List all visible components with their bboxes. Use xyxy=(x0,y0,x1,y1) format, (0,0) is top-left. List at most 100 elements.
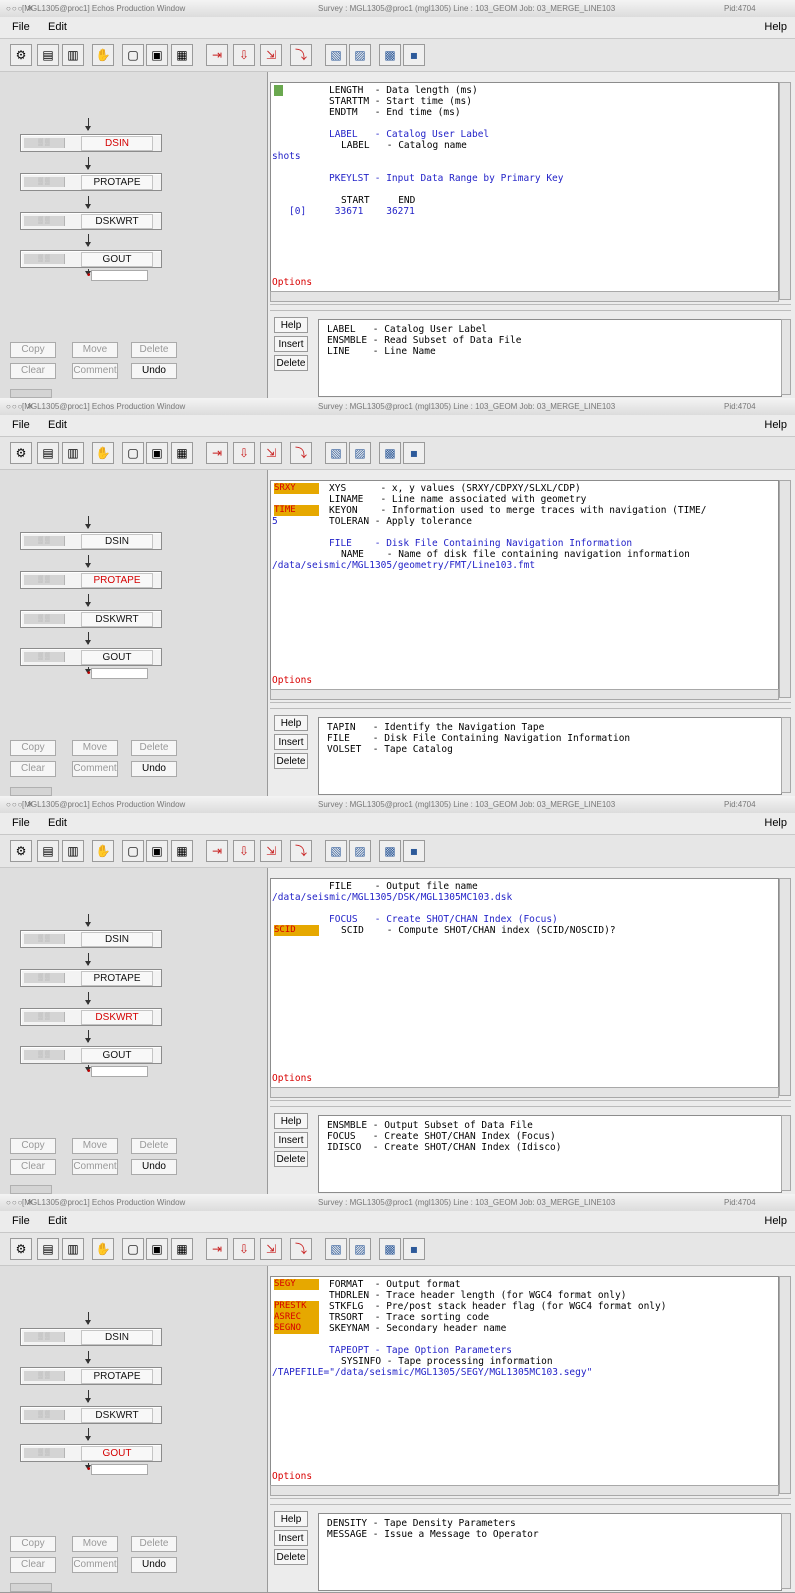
red-arrow-down-icon[interactable]: ⇲ xyxy=(260,1238,282,1260)
module-label[interactable]: PROTAPE xyxy=(81,1369,153,1384)
red-arrow-right-icon[interactable]: ⇥ xyxy=(206,44,228,66)
red-arrow-down-icon[interactable]: ⇲ xyxy=(260,442,282,464)
columns-icon[interactable]: ▩ xyxy=(379,44,401,66)
parameter-value-tag[interactable]: SRXY xyxy=(274,483,319,494)
hand-icon[interactable]: ✋ xyxy=(92,442,114,464)
columns-icon[interactable]: ▩ xyxy=(379,442,401,464)
comment-button[interactable]: Comment xyxy=(72,761,118,777)
red-arrow-right-icon[interactable]: ⇥ xyxy=(206,1238,228,1260)
module-grip-icon[interactable]: ▒ ▒ xyxy=(24,216,65,226)
module-grip-icon[interactable]: ▒ ▒ xyxy=(24,1332,65,1342)
chart-icon[interactable]: ▪ xyxy=(403,442,425,464)
module-label[interactable]: GOUT xyxy=(81,650,153,665)
module-list-item[interactable]: FILE - Disk File Containing Navigation I… xyxy=(327,733,630,744)
flow-module-dsin[interactable]: ▒ ▒ DSIN xyxy=(20,930,162,948)
horizontal-scrollbar[interactable] xyxy=(270,1485,779,1496)
doc-view-icon[interactable]: ▧ xyxy=(325,44,347,66)
flow-end-insert[interactable]: • xyxy=(87,1464,148,1475)
pane-divider[interactable] xyxy=(270,702,791,709)
module-list-item[interactable]: VOLSET - Tape Catalog xyxy=(327,744,453,755)
open-folder-icon[interactable]: ▣ xyxy=(146,442,168,464)
grid-view-icon[interactable]: ▨ xyxy=(349,1238,371,1260)
stack-icon[interactable]: ▤ xyxy=(37,1238,59,1260)
red-check-icon[interactable]: ⇩ xyxy=(233,442,255,464)
horizontal-scrollbar[interactable] xyxy=(270,689,779,700)
parameter-value-tag[interactable]: ASREC xyxy=(274,1312,319,1323)
new-file-icon[interactable]: ▢ xyxy=(122,442,144,464)
grid-view-icon[interactable]: ▨ xyxy=(349,840,371,862)
pane-divider[interactable] xyxy=(270,1498,791,1505)
flow-module-protape[interactable]: ▒ ▒ PROTAPE xyxy=(20,571,162,589)
save-disk-icon[interactable]: ▦ xyxy=(171,1238,193,1260)
flow-module-dsin[interactable]: ▒ ▒ DSIN xyxy=(20,1328,162,1346)
hand-icon[interactable]: ✋ xyxy=(92,840,114,862)
module-label[interactable]: GOUT xyxy=(81,252,153,267)
flow-module-gout[interactable]: ▒ ▒ GOUT xyxy=(20,1444,162,1462)
bottom-tab[interactable] xyxy=(10,389,52,398)
module-grip-icon[interactable]: ▒ ▒ xyxy=(24,1371,65,1381)
flow-module-dskwrt[interactable]: ▒ ▒ DSKWRT xyxy=(20,212,162,230)
module-label[interactable]: PROTAPE xyxy=(81,573,153,588)
module-list-item[interactable]: TAPIN - Identify the Navigation Tape xyxy=(327,722,544,733)
help-side-button[interactable]: Help xyxy=(274,1511,308,1527)
module-grip-icon[interactable]: ▒ ▒ xyxy=(24,575,65,585)
insert-side-button[interactable]: Insert xyxy=(274,734,308,750)
parameter-value-tag[interactable]: PRESTK xyxy=(274,1301,319,1312)
delete-side-button[interactable]: Delete xyxy=(274,1549,308,1565)
insert-field[interactable] xyxy=(90,668,148,679)
chart-icon[interactable]: ▪ xyxy=(403,44,425,66)
delete-button[interactable]: Delete xyxy=(131,740,177,756)
layers-icon[interactable]: ▥ xyxy=(62,44,84,66)
help-side-button[interactable]: Help xyxy=(274,317,308,333)
move-button[interactable]: Move xyxy=(72,342,118,358)
module-label[interactable]: GOUT xyxy=(81,1446,153,1461)
undo-button[interactable]: Undo xyxy=(131,1557,177,1573)
flow-module-gout[interactable]: ▒ ▒ GOUT xyxy=(20,1046,162,1064)
pane-divider[interactable] xyxy=(270,1100,791,1107)
run-icon[interactable]: ⚙ xyxy=(10,840,32,862)
pane-divider[interactable] xyxy=(270,304,791,311)
parameter-value-tag[interactable]: SCID xyxy=(274,925,319,936)
clear-button[interactable]: Clear xyxy=(10,761,56,777)
chart-icon[interactable]: ▪ xyxy=(403,840,425,862)
layers-icon[interactable]: ▥ xyxy=(62,442,84,464)
copy-button[interactable]: Copy xyxy=(10,342,56,358)
module-list-scrollbar[interactable] xyxy=(781,319,791,395)
move-button[interactable]: Move xyxy=(72,1536,118,1552)
horizontal-scrollbar[interactable] xyxy=(270,291,779,302)
red-arrow-down-icon[interactable]: ⇲ xyxy=(260,840,282,862)
module-list[interactable]: DENSITY - Tape Density Parameters MESSAGE… xyxy=(318,1513,782,1591)
flow-module-dskwrt[interactable]: ▒ ▒ DSKWRT xyxy=(20,1008,162,1026)
doc-view-icon[interactable]: ▧ xyxy=(325,840,347,862)
new-file-icon[interactable]: ▢ xyxy=(122,840,144,862)
red-branch-icon[interactable]: ⤵ xyxy=(290,1238,312,1260)
delete-side-button[interactable]: Delete xyxy=(274,1151,308,1167)
move-button[interactable]: Move xyxy=(72,740,118,756)
menu-file[interactable]: File xyxy=(12,1215,30,1227)
module-list[interactable]: LABEL - Catalog User Label ENSMBLE - Read… xyxy=(318,319,782,397)
comment-button[interactable]: Comment xyxy=(72,363,118,379)
delete-side-button[interactable]: Delete xyxy=(274,355,308,371)
horizontal-scrollbar[interactable] xyxy=(270,1087,779,1098)
comment-button[interactable]: Comment xyxy=(72,1557,118,1573)
red-branch-icon[interactable]: ⤵ xyxy=(290,840,312,862)
stack-icon[interactable]: ▤ xyxy=(37,44,59,66)
insert-field[interactable] xyxy=(90,1066,148,1077)
parameter-editor[interactable]: LENGTH - Data length (ms) STARTTM - Start… xyxy=(270,82,779,292)
run-icon[interactable]: ⚙ xyxy=(10,442,32,464)
flow-module-dskwrt[interactable]: ▒ ▒ DSKWRT xyxy=(20,610,162,628)
parameter-editor[interactable]: SEGY PRESTK ASREC SEGNO FORMAT - Output form… xyxy=(270,1276,779,1486)
menu-help[interactable]: Help xyxy=(764,21,787,33)
module-list-scrollbar[interactable] xyxy=(781,1115,791,1191)
module-label[interactable]: DSIN xyxy=(81,136,153,151)
vertical-scrollbar[interactable] xyxy=(779,878,791,1096)
open-folder-icon[interactable]: ▣ xyxy=(146,840,168,862)
bottom-tab[interactable] xyxy=(10,1583,52,1592)
parameter-value-tag[interactable]: SEGNO xyxy=(274,1323,319,1334)
menu-file[interactable]: File xyxy=(12,419,30,431)
parameter-editor[interactable]: SCID FILE - Output file name/data/seismic… xyxy=(270,878,779,1088)
flow-module-protape[interactable]: ▒ ▒ PROTAPE xyxy=(20,173,162,191)
hand-icon[interactable]: ✋ xyxy=(92,44,114,66)
new-file-icon[interactable]: ▢ xyxy=(122,1238,144,1260)
flow-end-insert[interactable]: • xyxy=(87,1066,148,1077)
